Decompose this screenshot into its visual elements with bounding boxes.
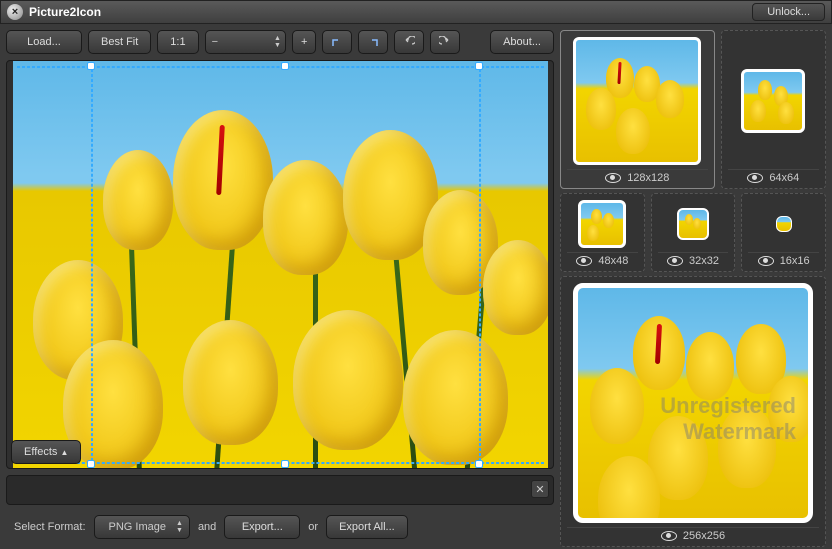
preview-32[interactable]: 32x32 (651, 193, 736, 272)
eye-icon (747, 173, 763, 183)
eye-icon (758, 256, 774, 266)
bestfit-button[interactable]: Best Fit (88, 30, 151, 54)
unlock-button[interactable]: Unlock... (752, 3, 825, 21)
rotate-left-button[interactable] (322, 30, 352, 54)
minus-icon[interactable]: − (206, 36, 224, 48)
thumb-256: UnregisteredWatermark (573, 283, 813, 523)
about-button[interactable]: About... (490, 30, 554, 54)
eye-icon (576, 256, 592, 266)
preview-128[interactable]: 128x128 (560, 30, 715, 189)
onetoone-button[interactable]: 1:1 (157, 30, 198, 54)
thumb-32 (677, 208, 709, 240)
format-value: PNG Image (109, 521, 166, 533)
export-button[interactable]: Export... (224, 515, 300, 539)
eye-icon (605, 173, 621, 183)
preview-16[interactable]: 16x16 (741, 193, 826, 272)
chevron-up-icon: ▲ (61, 448, 69, 457)
app-title: Picture2Icon (29, 5, 101, 19)
close-icon[interactable]: × (7, 4, 23, 20)
redo-button[interactable] (430, 30, 460, 54)
thumb-64 (741, 69, 805, 133)
preview-256[interactable]: UnregisteredWatermark 256x256 (560, 276, 826, 547)
preview-48[interactable]: 48x48 (560, 193, 645, 272)
eye-icon (661, 531, 677, 541)
select-format-label: Select Format: (14, 521, 86, 533)
load-button[interactable]: Load... (6, 30, 82, 54)
chevron-down-icon[interactable]: ▼ (274, 42, 281, 49)
toolbar: Load... Best Fit 1:1 − ▲▼ + About... (6, 30, 554, 54)
titlebar: × Picture2Icon Unlock... (0, 0, 832, 24)
chevron-up-icon[interactable]: ▲ (274, 35, 281, 42)
undo-button[interactable] (394, 30, 424, 54)
format-select[interactable]: PNG Image ▲▼ (94, 515, 190, 539)
effects-panel: ✕ (6, 475, 554, 505)
effects-button[interactable]: Effects ▲ (11, 440, 81, 464)
plus-button[interactable]: + (292, 30, 316, 54)
thumb-128 (573, 37, 701, 165)
canvas-area: Effects ▲ (6, 60, 554, 469)
eye-icon (667, 256, 683, 266)
zoom-spinner[interactable]: − ▲▼ (205, 30, 286, 54)
preview-64[interactable]: 64x64 (721, 30, 826, 189)
and-label: and (198, 521, 216, 533)
or-label: or (308, 521, 318, 533)
close-panel-icon[interactable]: ✕ (531, 480, 549, 498)
export-all-button[interactable]: Export All... (326, 515, 408, 539)
thumb-16 (776, 216, 792, 232)
image-canvas[interactable] (13, 60, 548, 469)
rotate-right-button[interactable] (358, 30, 388, 54)
footer-bar: Select Format: PNG Image ▲▼ and Export..… (6, 511, 554, 543)
thumb-48 (578, 200, 626, 248)
